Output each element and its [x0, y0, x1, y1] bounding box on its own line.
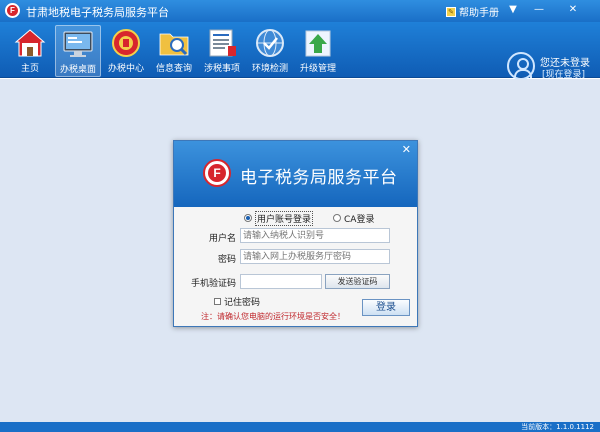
main-toolbar: 主页 办税桌面 办税中心 信息查询 涉税事项 环境检测 升级管理 您还未登录 [… [0, 22, 600, 80]
folder-search-icon [158, 28, 190, 58]
globe-check-icon [254, 28, 286, 58]
remember-password-label: 记住密码 [224, 298, 261, 308]
toolbar-item-tax-center[interactable]: 办税中心 [103, 25, 149, 77]
toolbar-label-home: 主页 [20, 64, 39, 74]
app-logo-icon: F [5, 3, 20, 18]
help-manual-button[interactable]: ✎ 帮助手册 [446, 4, 499, 19]
toolbar-item-env-check[interactable]: 环境检测 [247, 25, 293, 77]
version-text: 当前版本：1.1.0.1112 [521, 423, 594, 431]
radio-account-login-label: 用户账号登录 [255, 210, 314, 226]
sms-code-input[interactable] [240, 274, 322, 289]
radio-ca-login-label: CA登录 [344, 214, 375, 225]
status-bar: 当前版本：1.1.0.1112 [0, 422, 600, 432]
avatar-icon[interactable] [507, 52, 535, 80]
checkbox-icon [214, 298, 221, 305]
radio-selected-icon [244, 214, 252, 222]
tax-center-icon [110, 28, 142, 58]
toolbar-label-tax-desktop: 办税桌面 [59, 65, 96, 75]
username-input[interactable] [240, 228, 390, 243]
login-dialog: ✕ F 电子税务局服务平台 用户账号登录 CA登录 用户名 密码 手机验证码 发… [173, 140, 418, 327]
desktop-icon [62, 29, 94, 59]
toolbar-item-home[interactable]: 主页 [7, 25, 53, 77]
security-notice: 注：请确认您电脑的运行环境是否安全！ [201, 312, 345, 321]
toolbar-label-tax-center: 办税中心 [107, 64, 144, 74]
home-icon [14, 28, 46, 58]
toolbar-label-info-query: 信息查询 [155, 64, 192, 74]
toolbar-item-tax-desktop[interactable]: 办税桌面 [55, 25, 101, 77]
toolbar-label-env-check: 环境检测 [251, 64, 288, 74]
toolbar-label-tax-matters: 涉税事项 [203, 64, 240, 74]
close-window-button[interactable]: ✕ [565, 3, 581, 17]
tax-logo-icon: F [203, 159, 231, 187]
upgrade-arrow-icon [302, 28, 334, 58]
app-title: 甘肃地税电子税务局服务平台 [26, 6, 169, 19]
username-label: 用户名 [208, 234, 236, 244]
minimize-button[interactable]: — [531, 3, 547, 17]
login-dialog-header: ✕ F 电子税务局服务平台 [174, 141, 417, 207]
document-list-icon [206, 28, 238, 58]
radio-ca-login[interactable]: CA登录 [333, 212, 375, 225]
send-sms-code-button[interactable]: 发送验证码 [325, 274, 390, 289]
tax-logo-letter: F [208, 164, 226, 182]
help-manual-label: 帮助手册 [459, 8, 499, 19]
toolbar-label-upgrade: 升级管理 [299, 64, 336, 74]
toolbar-item-tax-matters[interactable]: 涉税事项 [199, 25, 245, 77]
dialog-title: 电子税务局服务平台 [240, 168, 398, 188]
password-input[interactable] [240, 249, 390, 264]
title-bar: F 甘肃地税电子税务局服务平台 ✎ 帮助手册 ▼ — ✕ [0, 0, 600, 22]
window-menu-button[interactable]: ▼ [505, 3, 521, 17]
radio-account-login[interactable]: 用户账号登录 [244, 210, 314, 226]
pencil-icon: ✎ [446, 6, 456, 17]
sms-code-label: 手机验证码 [190, 279, 236, 289]
password-label: 密码 [217, 255, 236, 265]
toolbar-item-info-query[interactable]: 信息查询 [151, 25, 197, 77]
remember-password-checkbox[interactable]: 记住密码 [214, 295, 260, 308]
login-button[interactable]: 登录 [362, 299, 410, 316]
radio-unselected-icon [333, 214, 341, 222]
toolbar-item-upgrade[interactable]: 升级管理 [295, 25, 341, 77]
login-form: 用户账号登录 CA登录 用户名 密码 手机验证码 发送验证码 记住密码 注：请确… [174, 207, 417, 326]
dialog-close-icon[interactable]: ✕ [402, 143, 411, 156]
